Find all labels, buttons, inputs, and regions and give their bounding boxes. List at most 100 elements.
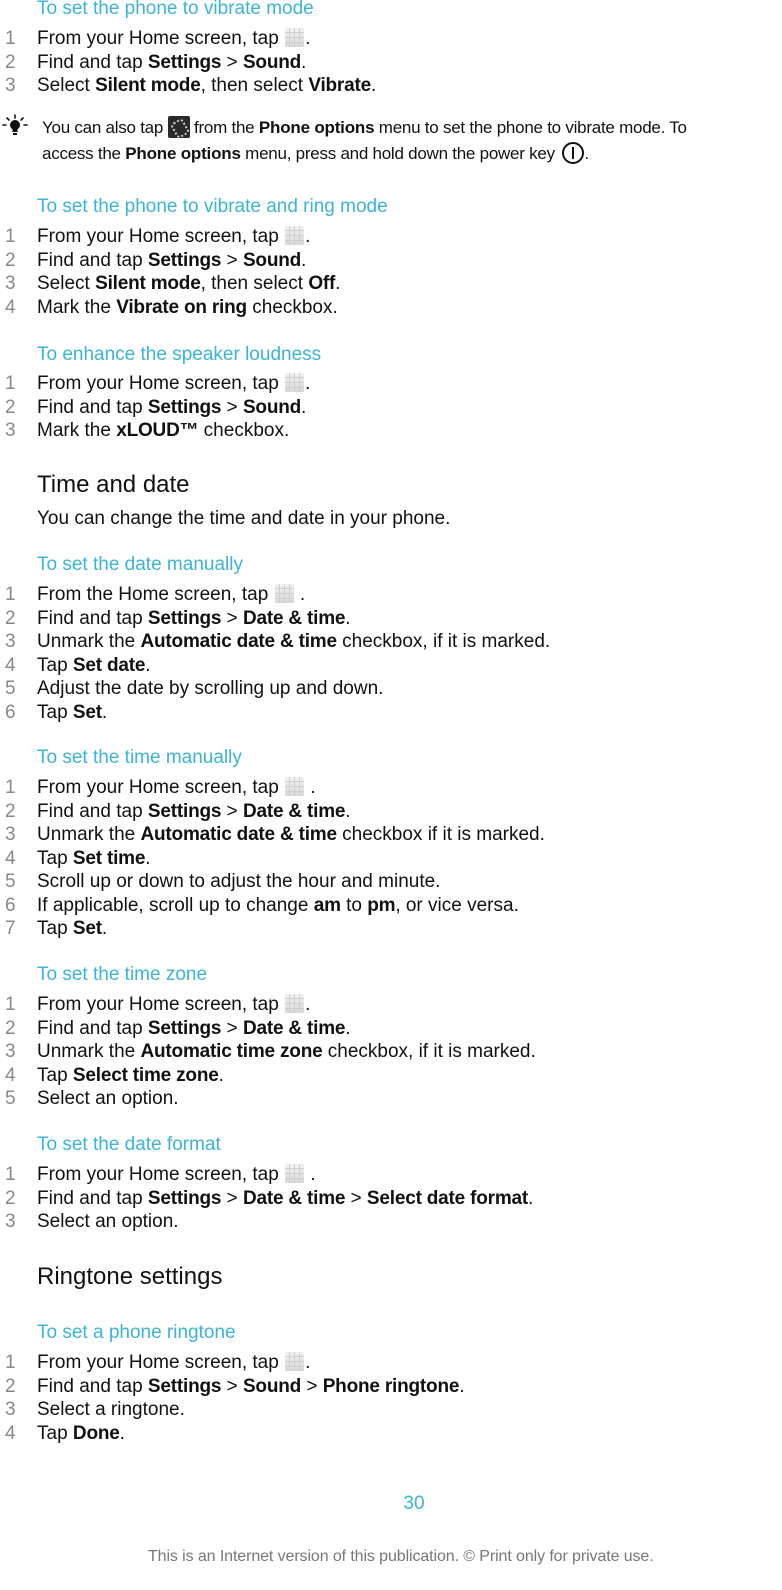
text-segment: . xyxy=(101,918,108,939)
step-text: Unmark the Automatic date & time checkbo… xyxy=(37,630,550,654)
ui-term: am xyxy=(313,894,341,916)
step-text: Scroll up or down to adjust the hour and… xyxy=(37,870,440,894)
text-segment: > xyxy=(221,51,243,73)
step-number: 4 xyxy=(5,296,16,318)
step-number: 3 xyxy=(5,1211,16,1232)
step-text: Unmark the Automatic time zone checkbox,… xyxy=(37,1040,536,1064)
ui-term: Date & time xyxy=(242,800,346,822)
ui-term: Phone options xyxy=(125,144,241,163)
app-grid-icon xyxy=(285,226,305,245)
ui-term: Sound xyxy=(242,396,302,418)
ui-term: Settings xyxy=(147,396,222,418)
text-segment: From your Home screen, tap xyxy=(37,1352,285,1373)
ui-term: Settings xyxy=(147,51,222,73)
step-number: 2 xyxy=(5,51,16,73)
step-number: 2 xyxy=(5,396,16,418)
step-number: 1 xyxy=(5,1352,16,1373)
text-segment: From the Home screen, tap xyxy=(37,584,274,605)
ui-term: Select time zone xyxy=(72,1064,219,1086)
text-segment: Select an option. xyxy=(37,1088,179,1109)
text-segment: . xyxy=(584,144,589,163)
step-text: Find and tap Settings > Sound > Phone ri… xyxy=(37,1375,465,1399)
ui-term: Settings xyxy=(147,249,222,271)
step-number: 5 xyxy=(5,1088,16,1109)
text-segment: . xyxy=(305,1164,316,1185)
text-segment: Tap xyxy=(37,654,73,676)
ui-term: Select date format xyxy=(366,1187,529,1209)
ui-term: Sound xyxy=(242,249,302,271)
ui-term: Date & time xyxy=(242,1017,346,1039)
text-segment: . xyxy=(459,1375,465,1397)
app-grid-icon xyxy=(285,994,305,1013)
text-segment: . xyxy=(335,273,341,294)
step-number: 1 xyxy=(5,226,16,247)
power-icon xyxy=(562,142,585,164)
step-text: If applicable, scroll up to change am to… xyxy=(37,894,519,918)
app-grid-icon xyxy=(285,1352,305,1371)
step-number: 3 xyxy=(5,1399,16,1420)
text-segment: menu to set the phone to vibrate mode. T… xyxy=(374,118,687,137)
text-segment: Find and tap xyxy=(37,800,148,822)
ui-term: Silent mode xyxy=(95,75,201,96)
text-segment: > xyxy=(301,1375,323,1397)
text-segment: . xyxy=(305,1352,311,1373)
step-text: Tap Set. xyxy=(37,701,107,725)
step-number: 3 xyxy=(5,420,16,441)
text-segment: From your Home screen, tap xyxy=(37,373,285,394)
step-number: 3 xyxy=(5,631,16,652)
text-segment: > xyxy=(221,800,243,822)
text-segment: > xyxy=(221,396,243,418)
step-text: Find and tap Settings > Sound. xyxy=(37,396,306,420)
text-segment: Mark the xyxy=(37,296,117,318)
step-text: Select an option. xyxy=(37,1210,179,1234)
procedure-title-phone-ringtone: To set a phone ringtone xyxy=(37,1322,236,1343)
text-segment: You can also tap xyxy=(42,118,168,137)
step-text: Adjust the date by scrolling up and down… xyxy=(37,677,383,701)
text-segment: Unmark the xyxy=(37,1041,141,1062)
ui-term: Settings xyxy=(147,1375,222,1397)
tip-line: access the Phone options menu, press and… xyxy=(42,142,589,164)
text-segment: Tap xyxy=(37,1064,73,1086)
step-text: Find and tap Settings > Date & time > Se… xyxy=(37,1187,533,1211)
text-segment: . xyxy=(294,584,306,605)
step-number: 5 xyxy=(5,678,16,699)
step-number: 3 xyxy=(5,75,16,96)
ui-term: Set date xyxy=(72,654,146,676)
procedure-title-time-zone: To set the time zone xyxy=(37,964,208,985)
text-segment: > xyxy=(221,1017,243,1039)
step-text: From your Home screen, tap . xyxy=(37,1351,310,1375)
text-segment: Select xyxy=(37,273,96,294)
text-segment: to xyxy=(340,894,368,916)
step-number: 3 xyxy=(5,1041,16,1062)
section-intro-time-date: You can change the time and date in your… xyxy=(37,508,451,529)
step-text: From the Home screen, tap . xyxy=(37,583,305,607)
text-segment: Find and tap xyxy=(37,1187,148,1209)
text-segment: . xyxy=(345,607,351,629)
text-segment: Tap xyxy=(37,918,73,939)
text-segment: Scroll up or down to adjust the hour and… xyxy=(37,871,441,892)
text-segment: . xyxy=(370,75,377,96)
text-segment: Tap xyxy=(37,1422,73,1444)
text-segment: From your Home screen, tap xyxy=(37,994,285,1015)
text-segment: Select a ringtone. xyxy=(37,1399,185,1420)
ui-term: Done xyxy=(72,1422,120,1444)
step-text: From your Home screen, tap . xyxy=(37,372,310,396)
step-number: 4 xyxy=(5,1064,16,1086)
ui-term: xLOUD™ xyxy=(116,420,199,441)
step-number: 2 xyxy=(5,249,16,271)
step-text: Find and tap Settings > Sound. xyxy=(37,51,306,75)
procedure-title-vibrate-mode: To set the phone to vibrate mode xyxy=(37,0,314,19)
text-segment: Select xyxy=(37,75,96,96)
text-segment: > xyxy=(345,1187,367,1209)
text-segment: From your Home screen, tap xyxy=(37,1164,285,1185)
ui-term: Automatic time zone xyxy=(140,1041,323,1062)
text-segment: > xyxy=(221,1375,243,1397)
text-segment: . xyxy=(305,226,311,247)
text-segment: Find and tap xyxy=(37,1375,148,1397)
text-segment: . xyxy=(301,396,307,418)
footer-disclaimer: This is an Internet version of this publ… xyxy=(148,1548,654,1565)
lightbulb-tip-icon xyxy=(2,114,28,135)
step-number: 3 xyxy=(5,273,16,294)
text-segment: checkbox. xyxy=(198,420,290,441)
text-segment: . xyxy=(345,800,351,822)
